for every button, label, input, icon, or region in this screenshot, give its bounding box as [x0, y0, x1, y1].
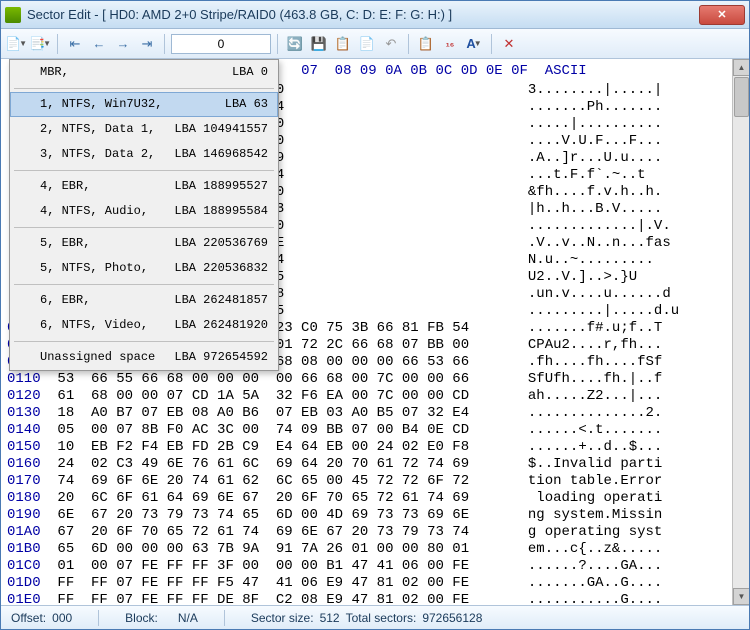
dropdown-separator [14, 341, 274, 342]
separator [224, 610, 225, 626]
hex-button[interactable]: ₁₆ [439, 33, 461, 55]
hex-row[interactable]: 0180 20 6C 6F 61 64 69 6E 67 20 6F 70 65… [7, 490, 726, 507]
status-total-sectors-value: 972656128 [422, 611, 482, 625]
dropdown-item-lba: LBA 262481920 [174, 317, 268, 334]
dropdown-item-label: 6, EBR, [40, 292, 174, 309]
dropdown-item-label: 4, EBR, [40, 178, 174, 195]
scroll-up-button[interactable]: ▲ [733, 59, 749, 76]
hex-row[interactable]: 0120 61 68 00 00 07 CD 1A 5A 32 F6 EA 00… [7, 388, 726, 405]
hex-row[interactable]: 0130 18 A0 B7 07 EB 08 A0 B6 07 EB 03 A0… [7, 405, 726, 422]
scroll-thumb[interactable] [734, 77, 749, 117]
titlebar: Sector Edit - [ HD0: AMD 2+0 Stripe/RAID… [1, 1, 749, 29]
status-block-label: Block: [125, 611, 158, 625]
dropdown-item[interactable]: Unassigned spaceLBA 972654592 [10, 345, 278, 370]
status-block-value: N/A [178, 611, 198, 625]
dropdown-separator [14, 170, 274, 171]
hex-row[interactable]: 0110 53 66 55 66 68 00 00 00 00 66 68 00… [7, 371, 726, 388]
dropdown-item[interactable]: 4, NTFS, Audio,LBA 188995584 [10, 199, 278, 224]
next-button[interactable]: → [112, 33, 134, 55]
dropdown-item-label: MBR, [40, 64, 232, 81]
dropdown-item-lba: LBA 220536769 [174, 235, 268, 252]
close-button[interactable]: ✕ [699, 5, 745, 25]
dropdown-item-label: Unassigned space [40, 349, 174, 366]
separator [164, 34, 165, 54]
prev-button[interactable]: ← [88, 33, 110, 55]
hex-view[interactable]: 07 08 09 0A 0B 0C 0D 0E 0F ASCII 8E C0 8… [1, 59, 732, 605]
dropdown-item-label: 3, NTFS, Data 2, [40, 146, 174, 163]
sector-input[interactable] [171, 34, 271, 54]
hex-row[interactable]: 0150 10 EB F2 F4 EB FD 2B C9 E4 64 EB 00… [7, 439, 726, 456]
dropdown-item-lba: LBA 262481857 [174, 292, 268, 309]
window: Sector Edit - [ HD0: AMD 2+0 Stripe/RAID… [0, 0, 750, 630]
dropdown-item[interactable]: 5, EBR,LBA 220536769 [10, 231, 278, 256]
window-title: Sector Edit - [ HD0: AMD 2+0 Stripe/RAID… [27, 7, 699, 22]
dropdown-item-label: 2, NTFS, Data 1, [40, 121, 174, 138]
dropdown-item[interactable]: 3, NTFS, Data 2,LBA 146968542 [10, 142, 278, 167]
hex-row[interactable]: 01C0 01 00 07 FE FF FF 3F 00 00 00 B1 47… [7, 558, 726, 575]
first-button[interactable]: ⇤ [64, 33, 86, 55]
dropdown-separator [14, 227, 274, 228]
hex-row[interactable]: 01B0 65 6D 00 00 00 63 7B 9A 91 7A 26 01… [7, 541, 726, 558]
dropdown-item-label: 6, NTFS, Video, [40, 317, 174, 334]
status-sector-size-label: Sector size: [251, 611, 314, 625]
hex-row[interactable]: 01E0 FF FF 07 FE FF FF DE 8F C2 08 E9 47… [7, 592, 726, 605]
last-button[interactable]: ⇥ [136, 33, 158, 55]
dropdown-item-lba: LBA 188995584 [174, 203, 268, 220]
dropdown-item-label: 5, NTFS, Photo, [40, 260, 174, 277]
partition-dropdown-button[interactable]: 📑▼ [29, 33, 51, 55]
dropdown-item-lba: LBA 104941557 [174, 121, 268, 138]
dropdown-item[interactable]: 6, NTFS, Video,LBA 262481920 [10, 313, 278, 338]
refresh-button[interactable]: 🔄 [284, 33, 306, 55]
dropdown-item-lba: LBA 0 [232, 64, 268, 81]
toolbar: 📄▼ 📑▼ ⇤ ← → ⇥ 🔄 💾 📋 📄 ↶ 📋 ₁₆ A▼ ✕ [1, 29, 749, 59]
undo-button[interactable]: ↶ [380, 33, 402, 55]
paste-button[interactable]: 📄 [356, 33, 378, 55]
status-sector-size-value: 512 [320, 611, 340, 625]
dropdown-separator [14, 88, 274, 89]
close-tool-button[interactable]: ✕ [498, 33, 520, 55]
separator [491, 34, 492, 54]
separator [277, 34, 278, 54]
vertical-scrollbar[interactable]: ▲ ▼ [732, 59, 749, 605]
hex-row[interactable]: 0160 24 02 C3 49 6E 76 61 6C 69 64 20 70… [7, 456, 726, 473]
font-dropdown-button[interactable]: A▼ [463, 33, 485, 55]
hex-row[interactable]: 0170 74 69 6F 6E 20 74 61 62 6C 65 00 45… [7, 473, 726, 490]
app-icon [5, 7, 21, 23]
separator [408, 34, 409, 54]
dropdown-item[interactable]: 2, NTFS, Data 1,LBA 104941557 [10, 117, 278, 142]
hex-row[interactable]: 01D0 FF FF 07 FE FF FF F5 47 41 06 E9 47… [7, 575, 726, 592]
statusbar: Offset: 000 Block: N/A Sector size: 512 … [1, 605, 749, 629]
calc-button[interactable]: 📋 [415, 33, 437, 55]
status-total-sectors-label: Total sectors: [346, 611, 417, 625]
status-offset-value: 000 [52, 611, 72, 625]
dropdown-item-label: 1, NTFS, Win7U32, [40, 96, 225, 113]
status-offset-label: Offset: [11, 611, 46, 625]
dropdown-item[interactable]: 1, NTFS, Win7U32,LBA 63 [10, 92, 278, 117]
dropdown-item[interactable]: MBR,LBA 0 [10, 60, 278, 85]
dropdown-item-lba: LBA 63 [225, 96, 268, 113]
dropdown-item-lba: LBA 972654592 [174, 349, 268, 366]
separator [98, 610, 99, 626]
hex-row[interactable]: 0140 05 00 07 8B F0 AC 3C 00 74 09 BB 07… [7, 422, 726, 439]
save-button[interactable]: 💾 [308, 33, 330, 55]
content-area: 07 08 09 0A 0B 0C 0D 0E 0F ASCII 8E C0 8… [1, 59, 749, 605]
separator [57, 34, 58, 54]
scroll-down-button[interactable]: ▼ [733, 588, 749, 605]
dropdown-item[interactable]: 5, NTFS, Photo,LBA 220536832 [10, 256, 278, 281]
dropdown-item-label: 5, EBR, [40, 235, 174, 252]
dropdown-separator [14, 284, 274, 285]
partition-dropdown-menu[interactable]: MBR,LBA 01, NTFS, Win7U32,LBA 632, NTFS,… [9, 59, 279, 371]
dropdown-item-label: 4, NTFS, Audio, [40, 203, 174, 220]
dropdown-item-lba: LBA 188995527 [174, 178, 268, 195]
hex-row[interactable]: 01A0 67 20 6F 70 65 72 61 74 69 6E 67 20… [7, 524, 726, 541]
dropdown-item[interactable]: 4, EBR,LBA 188995527 [10, 174, 278, 199]
open-dropdown-button[interactable]: 📄▼ [5, 33, 27, 55]
dropdown-item-lba: LBA 220536832 [174, 260, 268, 277]
copy-button[interactable]: 📋 [332, 33, 354, 55]
dropdown-item[interactable]: 6, EBR,LBA 262481857 [10, 288, 278, 313]
dropdown-item-lba: LBA 146968542 [174, 146, 268, 163]
hex-row[interactable]: 0190 6E 67 20 73 79 73 74 65 6D 00 4D 69… [7, 507, 726, 524]
